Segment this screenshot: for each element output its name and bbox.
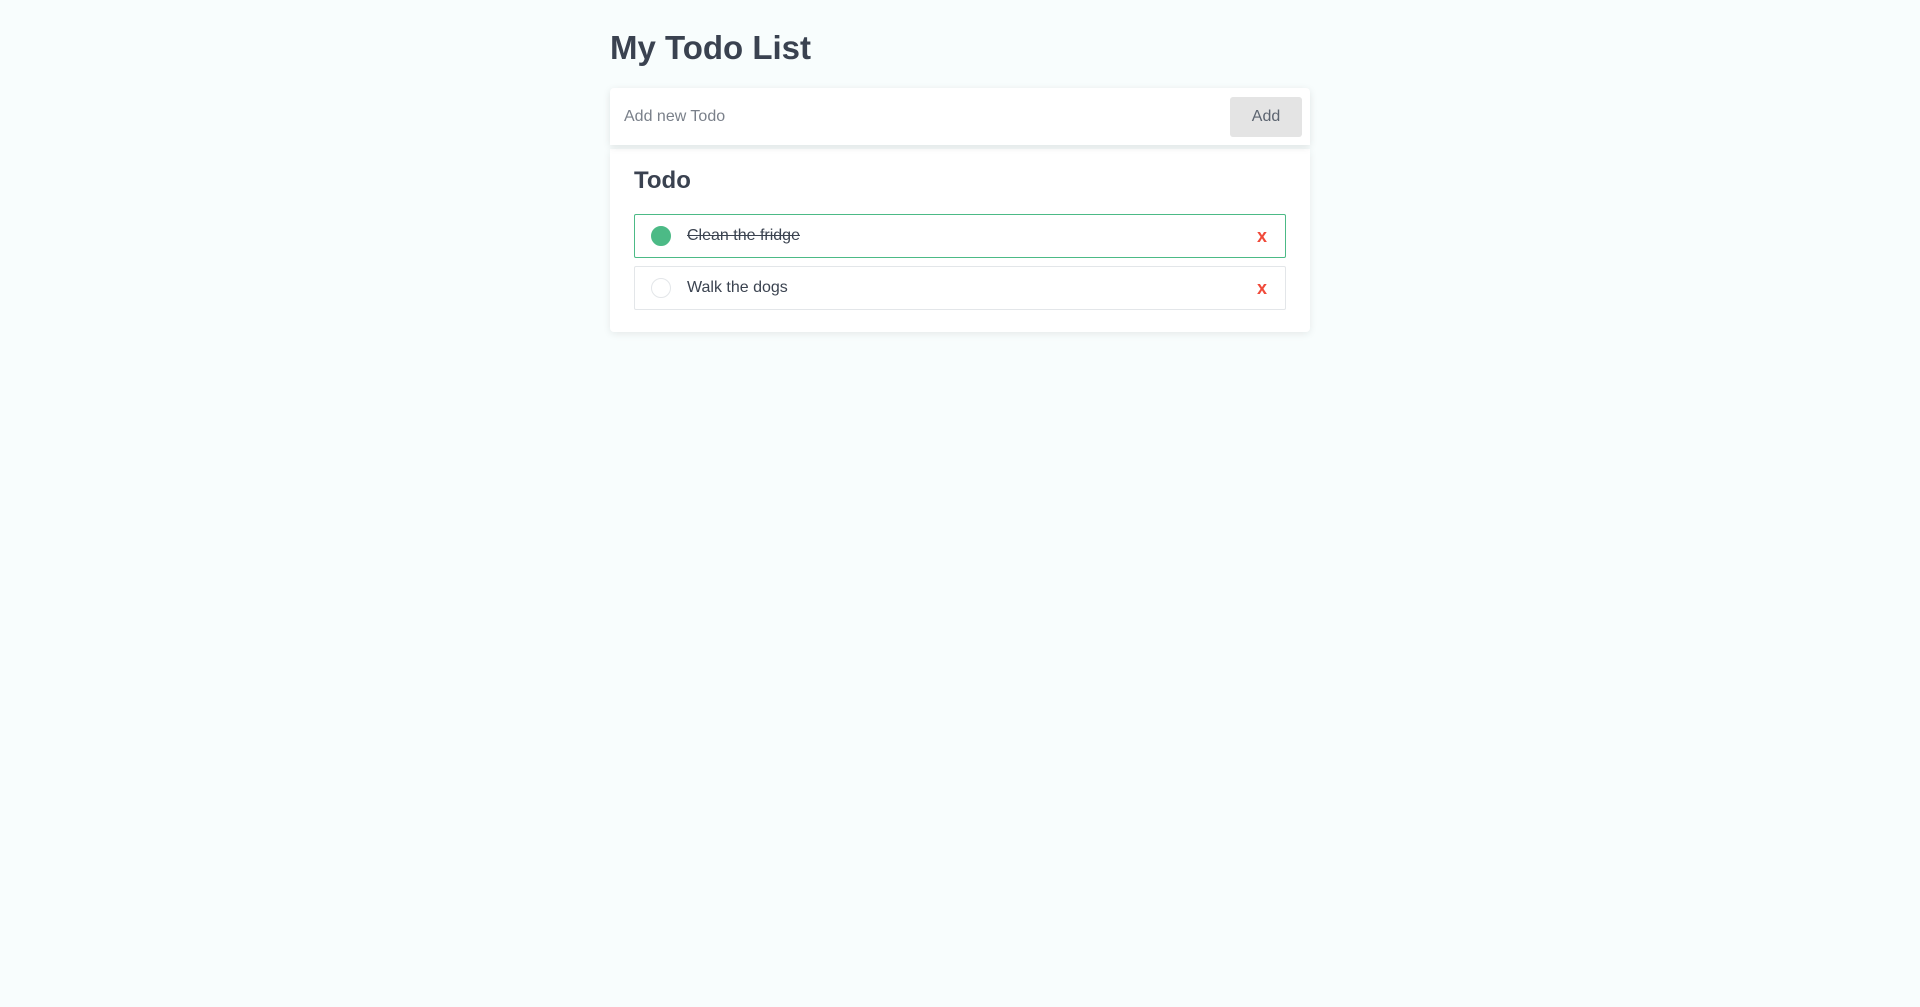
delete-button[interactable]: x [1255,226,1269,247]
page-title: My Todo List [610,29,812,66]
delete-button[interactable]: x [1255,278,1269,299]
new-todo-input[interactable] [610,96,1230,137]
add-todo-form: Add [610,88,1310,145]
todo-item: Walk the dogs x [634,266,1286,310]
complete-toggle-icon[interactable] [651,278,671,298]
section-title: Todo [634,167,691,194]
todo-text: Walk the dogs [687,279,788,296]
todo-item: Clean the fridge x [634,214,1286,258]
add-button[interactable]: Add [1230,96,1302,137]
app-container: My Todo List Add Todo Clean the fridge x… [610,0,1310,332]
complete-toggle-icon[interactable] [651,226,671,246]
todo-list-panel: Todo Clean the fridge x Walk the dogs x [610,149,1310,332]
todo-text: Clean the fridge [687,227,800,244]
